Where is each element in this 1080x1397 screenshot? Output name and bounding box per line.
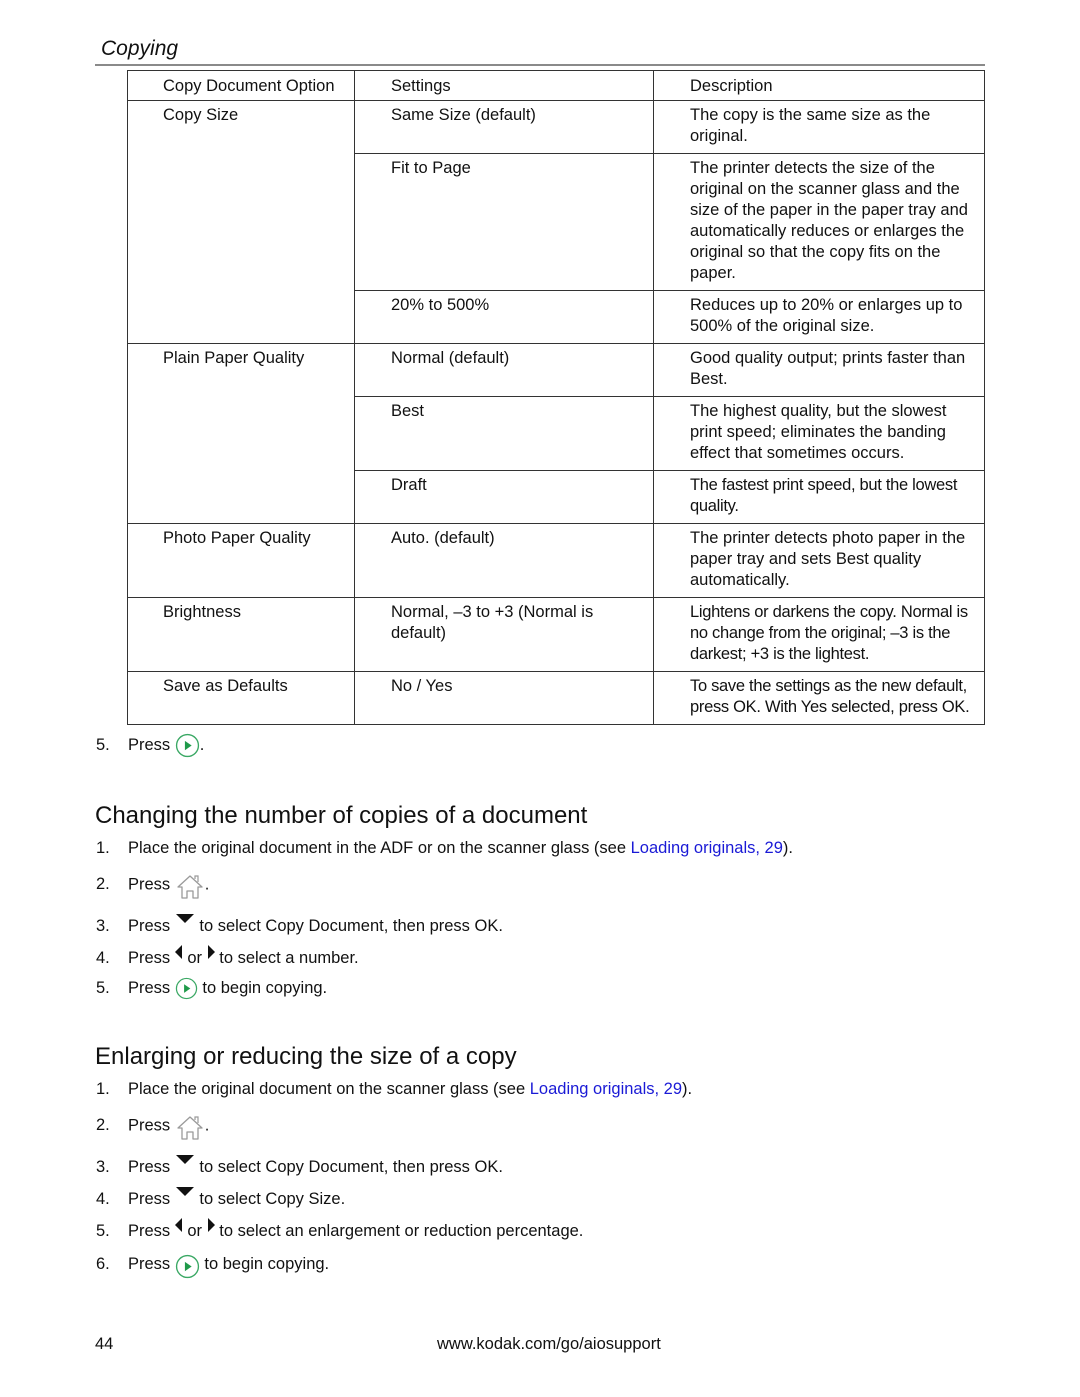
setting-cell: Fit to Page: [354, 153, 654, 291]
start-button-icon: [175, 977, 198, 1000]
setting-cell: 20% to 500%: [354, 290, 654, 344]
down-arrow-icon: [175, 1154, 195, 1166]
loading-originals-link[interactable]: Loading originals, 29: [530, 1080, 682, 1098]
table-header-row: Copy Document Option Settings Descriptio…: [127, 70, 985, 101]
section-heading: Changing the number of copies of a docum…: [95, 802, 588, 829]
column-header: Settings: [354, 70, 654, 101]
start-button-icon: [175, 733, 200, 758]
start-button-icon: [175, 1254, 200, 1279]
list-item: 3. Press to select Copy Document, then pr…: [96, 1154, 503, 1176]
description-cell: Good quality output; prints faster than …: [653, 343, 985, 397]
description-cell: Reduces up to 20% or enlarges up to 500%…: [653, 290, 985, 344]
home-icon: [175, 873, 205, 901]
left-arrow-icon: [175, 945, 183, 959]
list-item: 6. Press to begin copying.: [96, 1250, 329, 1272]
list-item: 4. Press to select Copy Size.: [96, 1186, 345, 1208]
column-header: Copy Document Option: [127, 70, 355, 101]
setting-cell: Normal (default): [354, 343, 654, 397]
support-url[interactable]: www.kodak.com/go/aiosupport: [437, 1335, 661, 1354]
description-cell: Lightens or darkens the copy. Normal is …: [653, 597, 985, 672]
setting-cell: Draft: [354, 470, 654, 524]
description-cell: The printer detects photo paper in the p…: [653, 523, 985, 598]
list-item: 5. Press or to select an enlargement or r…: [96, 1218, 583, 1240]
menu-term: Copy Document: [265, 1158, 384, 1176]
right-arrow-icon: [207, 1218, 215, 1232]
section-title: Copying: [101, 37, 179, 60]
list-item: 2. Press .: [96, 1110, 209, 1132]
option-cell: Brightness: [127, 597, 355, 672]
description-cell: The copy is the same size as the origina…: [653, 100, 985, 154]
description-cell: The printer detects the size of the orig…: [653, 153, 985, 291]
copy-options-table: Copy Document Option Settings Descriptio…: [127, 70, 985, 725]
yes-term: Yes: [800, 698, 827, 716]
down-arrow-icon: [175, 1186, 195, 1198]
table-row: Photo Paper Quality Auto. (default) The …: [127, 523, 985, 598]
option-cell: Photo Paper Quality: [127, 523, 355, 598]
table-row: Save as Defaults No / Yes To save the se…: [127, 671, 985, 725]
setting-cell: Normal, –3 to +3 (Normal is default): [354, 597, 654, 672]
description-cell: To save the settings as the new default,…: [653, 671, 985, 725]
menu-term: OK: [474, 1158, 499, 1176]
menu-term: Copy Size: [265, 1190, 341, 1208]
ok-term: OK: [733, 698, 757, 716]
home-icon: [175, 1114, 205, 1142]
list-item: 1. Place the original document on the sca…: [96, 1080, 693, 1098]
table-row: Copy Size Same Size (default) The copy i…: [127, 100, 985, 344]
description-cell: The fastest print speed, but the lowest …: [653, 470, 985, 524]
ok-term: OK: [941, 698, 966, 716]
description-cell: The highest quality, but the slowest pri…: [653, 396, 985, 471]
setting-cell: Same Size (default): [354, 100, 654, 154]
down-arrow-icon: [175, 913, 195, 925]
column-header: Description: [653, 70, 985, 101]
table-row: Plain Paper Quality Normal (default) Goo…: [127, 343, 985, 524]
section-header: Copying: [95, 36, 985, 66]
table-row: Brightness Normal, –3 to +3 (Normal is d…: [127, 597, 985, 672]
loading-originals-link[interactable]: Loading originals, 29: [631, 839, 783, 857]
menu-term: Copy Document: [265, 917, 384, 935]
left-arrow-icon: [175, 1218, 183, 1232]
list-item: 4. Press or to select a number.: [96, 945, 359, 967]
step-press-start: 5. Press .: [96, 733, 204, 755]
section-heading: Enlarging or reducing the size of a copy: [95, 1043, 517, 1070]
list-item: 3. Press to select Copy Document, then pr…: [96, 913, 503, 935]
page-number: 44: [95, 1335, 114, 1353]
list-item: 5. Press to begin copying.: [96, 977, 327, 999]
option-cell: Plain Paper Quality: [127, 343, 355, 524]
option-cell: Save as Defaults: [127, 671, 355, 725]
menu-term: OK: [474, 917, 499, 935]
setting-cell: No / Yes: [354, 671, 654, 725]
setting-cell: Best: [354, 396, 654, 471]
option-cell: Copy Size: [127, 100, 355, 344]
list-item: 1. Place the original document in the ADF…: [96, 839, 793, 857]
right-arrow-icon: [207, 945, 215, 959]
list-item: 2. Press .: [96, 869, 209, 891]
setting-cell: Auto. (default): [354, 523, 654, 598]
